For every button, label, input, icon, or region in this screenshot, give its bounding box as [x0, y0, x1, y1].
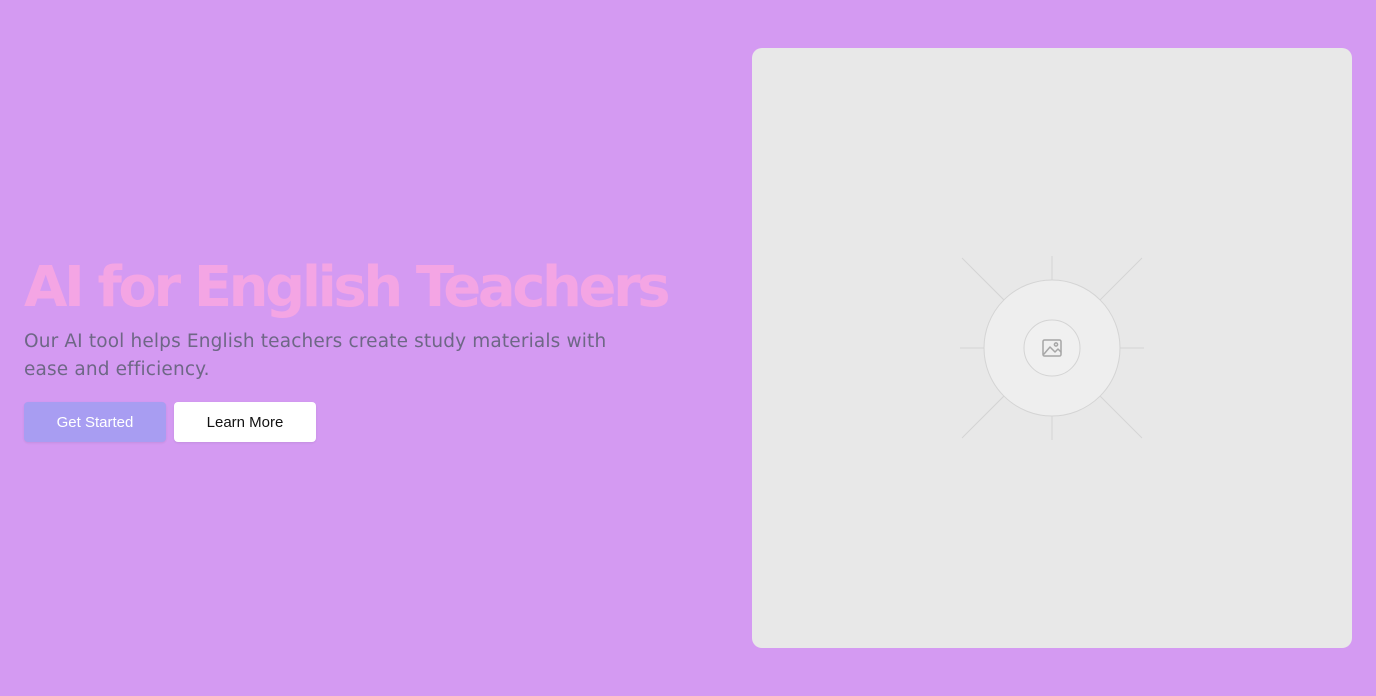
- get-started-button[interactable]: Get Started: [24, 402, 166, 442]
- hero-image-placeholder: [752, 48, 1352, 648]
- learn-more-button[interactable]: Learn More: [174, 402, 316, 442]
- placeholder-graphic: [960, 256, 1144, 440]
- hero-section: AI for English Teachers Our AI tool help…: [0, 0, 1376, 696]
- hero-subtitle: Our AI tool helps English teachers creat…: [24, 331, 607, 380]
- hero-title: AI for English Teachers: [24, 255, 671, 320]
- hero-text-block: AI for English Teachers Our AI tool help…: [24, 252, 671, 442]
- hero-actions: Get Started Learn More: [24, 402, 644, 442]
